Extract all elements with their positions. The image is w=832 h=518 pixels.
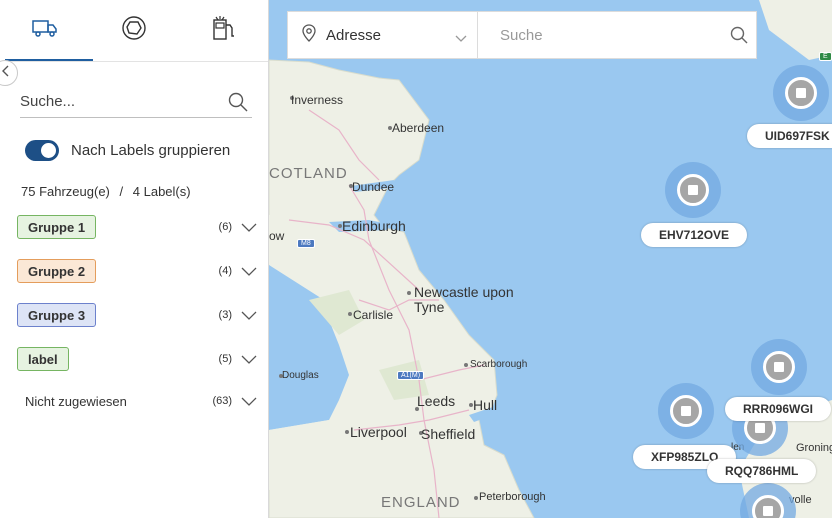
address-dropdown-label: Adresse	[326, 26, 382, 44]
place-leeds: Leeds	[417, 393, 456, 409]
group-count: (63)	[212, 395, 232, 407]
group-badge: Gruppe 3	[17, 303, 97, 327]
address-dropdown[interactable]: Adresse	[288, 12, 478, 58]
summary-counts: 75 Fahrzeug(e) / 4 Label(s)	[21, 184, 197, 199]
place-aberdeen: Aberdeen	[392, 121, 445, 135]
place-glasgow-partial: ow	[269, 229, 285, 243]
map-search-input[interactable]	[500, 26, 700, 44]
region-england: ENGLAND	[381, 494, 461, 511]
dot-newcastle	[407, 291, 411, 295]
vehicle-marker-rrr096wgi[interactable]	[751, 339, 807, 395]
toggle-knob	[41, 143, 56, 158]
chevron-down-icon[interactable]	[241, 308, 257, 326]
road-badge-e: E	[819, 52, 832, 61]
group-by-labels-label: Nach Labels gruppieren	[71, 142, 231, 159]
dot-peterborough	[474, 496, 478, 500]
place-carlisle: Carlisle	[353, 308, 394, 322]
group-row-label[interactable]: label (5)	[17, 347, 257, 371]
place-peterborough: Peterborough	[479, 491, 546, 503]
tab-fuel-stations[interactable]	[179, 0, 268, 61]
sidebar-search-input[interactable]	[20, 86, 220, 116]
group-by-labels-row: Nach Labels gruppieren	[25, 140, 230, 161]
group-badge: label	[17, 347, 69, 371]
place-liverpool: Liverpool	[350, 424, 407, 440]
vehicle-marker-uid697fsk[interactable]	[773, 65, 829, 121]
fuel-station-icon	[210, 16, 236, 45]
dot-scarborough	[464, 363, 468, 367]
group-row-unassigned[interactable]: Nicht zugewiesen (63)	[17, 389, 257, 413]
chevron-down-icon[interactable]	[241, 352, 257, 370]
group-count: (6)	[218, 221, 232, 233]
region-scotland: COTLAND	[269, 165, 348, 182]
chevron-left-icon	[1, 64, 9, 82]
road-badge-a1m: A1(M)	[397, 371, 425, 380]
vehicle-label-rqq786hml[interactable]: RQQ786HML	[707, 459, 817, 483]
group-row-gruppe-2[interactable]: Gruppe 2 (4)	[17, 259, 257, 283]
location-pin-icon	[302, 23, 316, 47]
vehicle-marker-xfp985zlo[interactable]	[658, 383, 714, 439]
group-by-labels-toggle[interactable]	[25, 140, 59, 161]
chevron-down-icon	[455, 30, 467, 48]
group-label: Nicht zugewiesen	[25, 393, 127, 409]
map-search-bar: Adresse	[287, 11, 757, 59]
tab-vehicles[interactable]	[0, 0, 89, 61]
group-count: (3)	[218, 309, 232, 321]
sidebar-search	[20, 86, 252, 118]
vehicle-label-rrr096wgi[interactable]: RRR096WGI	[725, 397, 832, 421]
group-count: (4)	[218, 265, 232, 277]
group-row-gruppe-1[interactable]: Gruppe 1 (6)	[17, 215, 257, 239]
place-douglas: Douglas	[282, 370, 319, 381]
place-hull: Hull	[473, 397, 498, 413]
group-badge: Gruppe 2	[17, 259, 97, 283]
group-count: (5)	[218, 353, 232, 365]
dot-liverpool	[345, 430, 349, 434]
vehicle-count: 75 Fahrzeug(e)	[21, 184, 110, 199]
place-newcastle: Newcastle upon	[414, 284, 514, 300]
vehicle-label-ehv712ove[interactable]: EHV712OVE	[641, 223, 748, 247]
chevron-down-icon[interactable]	[241, 264, 257, 282]
sidebar-tabs	[0, 0, 268, 62]
place-edinburgh: Edinburgh	[342, 218, 406, 234]
vehicle-label-uid697fsk[interactable]: UID697FSK	[747, 124, 832, 148]
chevron-down-icon[interactable]	[241, 394, 257, 412]
group-badge: Gruppe 1	[17, 215, 97, 239]
geofence-icon	[121, 15, 147, 46]
dot-carlisle	[348, 312, 352, 316]
place-scarborough: Scarborough	[470, 359, 528, 370]
road-badge-m8: M8	[297, 239, 315, 248]
place-dundee: Dundee	[352, 180, 395, 194]
map-search-field	[478, 12, 756, 58]
search-icon[interactable]	[228, 92, 248, 117]
count-separator: /	[119, 184, 124, 199]
place-sheffield: Sheffield	[421, 426, 476, 442]
map-view[interactable]: Inverness Aberdeen Dundee Edinburgh ow N…	[269, 0, 832, 518]
vehicle-marker-ehv712ove[interactable]	[665, 162, 721, 218]
chevron-down-icon[interactable]	[241, 220, 257, 238]
place-inverness: Inverness	[291, 93, 344, 107]
group-row-gruppe-3[interactable]: Gruppe 3 (3)	[17, 303, 257, 327]
tab-geofences[interactable]	[89, 0, 178, 61]
sidebar: Nach Labels gruppieren 75 Fahrzeug(e) / …	[0, 0, 269, 518]
truck-icon	[31, 19, 58, 42]
label-count: 4 Label(s)	[132, 184, 191, 199]
place-newcastle-tyne: Tyne	[414, 299, 445, 315]
search-icon[interactable]	[730, 26, 748, 49]
place-groningen-partial: Groning	[796, 442, 832, 454]
land-norway	[759, 0, 832, 60]
